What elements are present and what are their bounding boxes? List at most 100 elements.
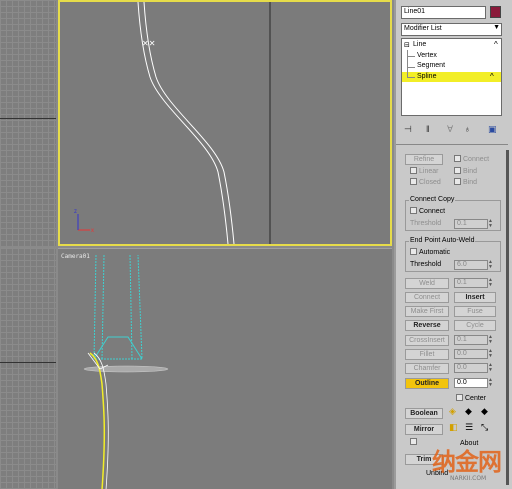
connect-copy-checkbox[interactable]: Connect (410, 207, 445, 215)
grid-axis-line (0, 362, 56, 363)
fuse-button[interactable]: Fuse (454, 306, 496, 317)
show-end-result-icon[interactable]: ‖ (426, 124, 430, 136)
fillet-spinner[interactable]: 0.0 ▲ ▼ (454, 349, 493, 359)
camera-frustum-outline (93, 254, 143, 360)
camera-frustum-edge (101, 254, 133, 360)
modifier-list-label: Modifier List (404, 25, 442, 32)
checkbox-box (410, 438, 417, 445)
viewport-top-left[interactable] (0, 0, 56, 246)
spline-top-vertex (87, 352, 109, 370)
modifier-stack[interactable]: ⊟ Line Vertex Segment Spline ^ ^ (401, 38, 502, 116)
endpoint-threshold-spinner[interactable]: 6.0 ▲ ▼ (454, 260, 493, 270)
spinner-value: 0.1 (457, 220, 467, 227)
connect-copy-label: Connect (419, 208, 446, 215)
stack-tree-line (407, 50, 408, 78)
connect-copy-threshold-spinner[interactable]: 0.1 ▲ ▼ (454, 219, 493, 229)
panel-scrollbar[interactable] (506, 150, 509, 485)
make-unique-icon[interactable]: ∀ (447, 124, 453, 136)
object-color-swatch[interactable] (490, 6, 501, 18)
axis-z-letter: z (74, 209, 77, 215)
connect-button[interactable]: Connect (405, 292, 449, 303)
spinner-arrows-icon[interactable]: ▲ ▼ (488, 219, 494, 229)
connect-copy-threshold-label: Threshold (410, 220, 442, 227)
spinner-value: 0.1 (457, 279, 467, 286)
reverse-button[interactable]: Reverse (405, 320, 449, 331)
mirror-vertical-icon[interactable]: ☰ (465, 422, 473, 433)
refine-button[interactable]: Refine (405, 154, 443, 165)
stack-item-spline[interactable]: Spline (417, 73, 436, 80)
automatic-weld-checkbox[interactable]: Automatic (410, 248, 450, 256)
modifier-list-dropdown[interactable]: Modifier List ▼ (401, 23, 502, 36)
spinner-arrows-icon[interactable]: ▲ ▼ (488, 349, 494, 359)
linear-checkbox[interactable]: Linear (410, 167, 438, 175)
viewport-front-active[interactable]: ✕✕ x z (58, 0, 392, 246)
crossinsert-spinner[interactable]: 0.1 ▲ ▼ (454, 335, 493, 345)
checkbox-box (410, 167, 417, 174)
copy-checkbox[interactable] (410, 438, 419, 446)
stack-item-segment[interactable]: Segment (417, 62, 445, 69)
subtraction-icon[interactable]: ◆ (465, 406, 472, 417)
outline-spinner[interactable]: 0.0 ▲ ▼ (454, 378, 493, 388)
grid-axis-line (0, 118, 56, 119)
checkbox-box (410, 178, 417, 185)
connect-copy-title: Connect Copy (409, 196, 456, 203)
watermark-logo: 纳金网 (432, 448, 502, 476)
stack-tree-branch (407, 67, 415, 68)
outline-button[interactable]: Outline (405, 378, 449, 389)
viewport-camera[interactable]: Camera01 (58, 248, 392, 489)
spinner-value: 0.0 (457, 350, 467, 357)
chevron-up-icon[interactable]: ^ (494, 40, 498, 49)
chamfer-spinner[interactable]: 0.0 ▲ ▼ (454, 363, 493, 373)
checkbox-box (456, 394, 463, 401)
union-icon[interactable]: ◈ (449, 406, 456, 417)
checkbox-box (410, 248, 417, 255)
spinner-arrows-icon[interactable]: ▲ ▼ (488, 335, 494, 345)
boolean-button[interactable]: Boolean (405, 408, 443, 419)
checkbox-box (454, 178, 461, 185)
closed-checkbox[interactable]: Closed (410, 178, 441, 186)
bind-last-checkbox[interactable]: Bind (454, 178, 477, 186)
spinner-arrows-icon[interactable]: ▲ ▼ (488, 278, 494, 288)
mirror-both-icon[interactable]: ⤡ (481, 422, 488, 433)
connect-checkbox[interactable]: Connect (454, 155, 489, 163)
chamfer-button[interactable]: Chamfer (405, 363, 449, 374)
configure-sets-icon[interactable]: ▣ (488, 124, 497, 136)
spinner-arrows-icon[interactable]: ▲ ▼ (488, 260, 494, 270)
selected-spline (89, 352, 106, 489)
cycle-button[interactable]: Cycle (454, 320, 496, 331)
stack-tree-branch (407, 77, 415, 78)
checkbox-box (454, 167, 461, 174)
viewport-bottom-left[interactable] (0, 248, 56, 489)
insert-button[interactable]: Insert (454, 292, 496, 303)
remove-modifier-icon[interactable]: ♁ (464, 124, 471, 136)
endpoint-weld-title: End Point Auto-Weld (409, 237, 476, 244)
bind-first-checkbox[interactable]: Bind (454, 167, 477, 175)
stack-item-line[interactable]: Line (413, 41, 426, 48)
crossinsert-button[interactable]: CrossInsert (405, 335, 449, 346)
chevron-down-icon: ▼ (493, 24, 500, 31)
make-first-button[interactable]: Make First (405, 306, 449, 317)
front-viewport-canvas: ✕✕ x z (74, 2, 271, 244)
spline-inner-stroke (143, 2, 235, 244)
spinner-arrows-icon[interactable]: ▲ ▼ (488, 378, 494, 388)
weld-button[interactable]: Weld (405, 278, 449, 289)
spinner-value: 0.1 (457, 336, 467, 343)
spinner-arrows-icon[interactable]: ▲ ▼ (488, 363, 494, 373)
collapse-toggle-icon[interactable]: ⊟ (404, 41, 410, 49)
stack-item-vertex[interactable]: Vertex (417, 52, 437, 59)
object-name-field[interactable]: Line01 (401, 6, 486, 19)
spinner-value: 0.0 (457, 364, 467, 371)
spline-outline-copy (93, 352, 109, 489)
fillet-button[interactable]: Fillet (405, 349, 449, 360)
max-workspace: ✕✕ x z Camera01 Line01 Modifier List ▼ ⊟… (0, 0, 512, 489)
mirror-button[interactable]: Mirror (405, 424, 443, 435)
closed-checkbox-label: Closed (419, 179, 441, 186)
mirror-horizontal-icon[interactable]: ◧ (449, 422, 458, 433)
intersection-icon[interactable]: ◆ (481, 406, 488, 417)
chevron-up-icon[interactable]: ^ (490, 72, 494, 81)
pin-stack-icon[interactable]: ⊣ (404, 124, 412, 136)
weld-spinner[interactable]: 0.1 ▲ ▼ (454, 278, 493, 288)
bind-last-label: Bind (463, 179, 478, 186)
center-checkbox[interactable]: Center (456, 394, 486, 402)
checkbox-box (454, 155, 461, 162)
